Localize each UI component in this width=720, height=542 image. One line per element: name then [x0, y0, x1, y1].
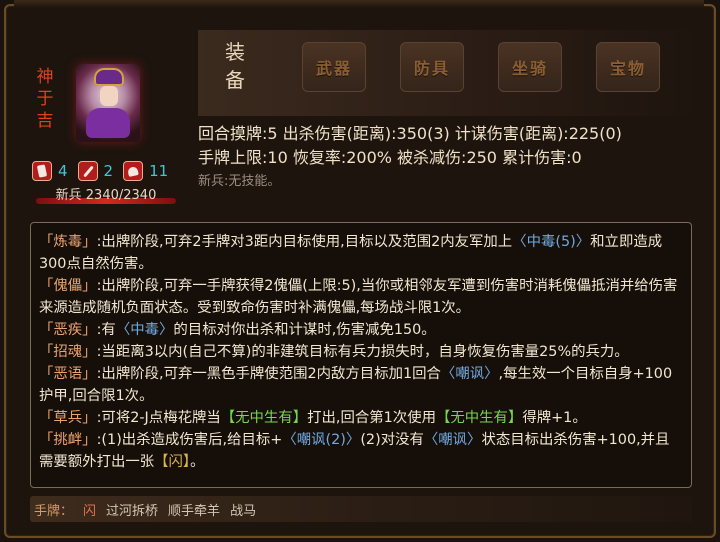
equipment-title: 装 备 — [220, 38, 250, 94]
combat-stats-line-1: 回合摸牌:5 出杀伤害(距离):350(3) 计谋伤害(距离):225(0) — [198, 124, 622, 143]
equipment-title-char: 装 — [225, 40, 245, 64]
sword-icon — [77, 161, 98, 181]
skill-entry: 「草兵」:可将2-J点梅花牌当【无中生有】打出,回合第1次使用【无中生有】得牌+… — [39, 407, 683, 429]
character-name-char: 神 — [36, 67, 54, 87]
skill-list: 「炼毒」:出牌阶段,可弃2手牌对3距内目标使用,目标以及范围2内友军加上〈中毒(… — [30, 222, 692, 488]
skill-entry: 「招魂」:当距离3以内(自己不算)的非建筑目标有兵力损失时，自身恢复伤害量25%… — [39, 341, 683, 363]
skill-text: :有 — [96, 322, 116, 338]
hand-cards-bar: 手牌： 闪 过河拆桥 顺手牵羊 战马 — [30, 496, 692, 522]
top-border-strip — [14, 0, 704, 8]
combat-stats-line-2: 手牌上限:10 恢复率:200% 被杀减伤:250 累计伤害:0 — [198, 148, 582, 167]
skill-entry: 「挑衅」:(1)出杀造成伤害后,给目标+〈嘲讽(2)〉(2)对没有〈嘲讽〉状态目… — [39, 429, 683, 473]
equipment-title-char: 备 — [225, 68, 245, 92]
skill-name[interactable]: 「炼毒」 — [39, 234, 97, 250]
skill-name[interactable]: 「傀儡」 — [39, 278, 97, 294]
character-name: 神 于 吉 — [30, 66, 60, 132]
skill-name[interactable]: 「恶疾」 — [39, 322, 97, 338]
skill-entry: 「恶疾」:有〈中毒〉的目标对你出杀和计谋时,伤害减免150。 — [39, 319, 683, 341]
hp-text: 新兵 2340/2340 — [55, 188, 157, 203]
soldier-skill-note: 新兵:无技能。 — [198, 174, 281, 189]
skill-text: :(1)出杀造成伤害后,给目标+ — [96, 432, 283, 448]
character-name-char: 吉 — [36, 111, 54, 131]
skill-keyword: 【闪】 — [154, 454, 191, 470]
card-icon — [32, 161, 52, 181]
skill-name[interactable]: 「恶语」 — [39, 366, 97, 382]
skill-keyword: 〈嘲讽〉 — [440, 366, 499, 382]
skill-name[interactable]: 「挑衅」 — [39, 432, 97, 448]
hand-card[interactable]: 闪 — [83, 500, 96, 519]
skill-keyword: 〈中毒〉 — [115, 322, 174, 338]
equip-slot-armor[interactable]: 防具 — [400, 42, 464, 92]
portrait-face — [100, 86, 118, 106]
stat-attack: 2 — [77, 161, 114, 181]
skill-name[interactable]: 「草兵」 — [39, 410, 97, 426]
skill-text: 的目标对你出杀和计谋时,伤害减免150。 — [173, 322, 436, 338]
skill-text: 。 — [190, 454, 205, 470]
skill-keyword: 〈嘲讽〉 — [423, 432, 482, 448]
character-portrait[interactable] — [76, 64, 140, 142]
skill-keyword: 〈中毒(5)〉 — [512, 234, 591, 250]
skill-entry: 「恶语」:出牌阶段,可弃一黑色手牌使范围2内敌方目标加1回合〈嘲讽〉,每生效一个… — [39, 363, 683, 407]
stat-cards-value: 4 — [58, 162, 68, 180]
stat-cards: 4 — [32, 161, 68, 181]
skill-text: :可将2-J点梅花牌当 — [96, 410, 221, 426]
portrait-hat — [94, 68, 124, 86]
skill-keyword: 〈嘲讽(2)〉 — [282, 432, 361, 448]
skill-text: (2)对没有 — [360, 432, 424, 448]
combat-stats: 回合摸牌:5 出杀伤害(距离):350(3) 计谋伤害(距离):225(0) 手… — [198, 122, 708, 192]
portrait-robe — [86, 108, 130, 138]
hand-card[interactable]: 顺手牵羊 — [168, 500, 220, 519]
skill-keyword: 【无中生有】 — [220, 410, 308, 426]
equip-slot-weapon[interactable]: 武器 — [302, 42, 366, 92]
skill-text: :当距离3以内(自己不算)的非建筑目标有兵力损失时，自身恢复伤害量25%的兵力。 — [96, 344, 629, 360]
equip-slot-treasure[interactable]: 宝物 — [596, 42, 660, 92]
skill-keyword: 【无中生有】 — [435, 410, 523, 426]
hand-label: 手牌： — [34, 503, 74, 519]
skill-text: 得牌+1。 — [522, 410, 587, 426]
character-name-char: 于 — [36, 89, 54, 109]
hp-bar: 新兵 2340/2340 — [36, 186, 176, 204]
equip-slot-mount[interactable]: 坐骑 — [498, 42, 562, 92]
skill-entry: 「傀儡」:出牌阶段,可弃一手牌获得2傀儡(上限:5),当你或相邻友军遭到伤害时消… — [39, 275, 683, 319]
heart-hand-icon — [123, 161, 144, 181]
hand-card[interactable]: 过河拆桥 — [106, 500, 158, 519]
stat-heal: 11 — [123, 161, 168, 181]
skill-text: :出牌阶段,可弃一手牌获得2傀儡(上限:5),当你或相邻友军遭到伤害时消耗傀儡抵… — [39, 278, 678, 316]
hand-card[interactable]: 战马 — [230, 500, 256, 519]
skill-name[interactable]: 「招魂」 — [39, 344, 97, 360]
stat-attack-value: 2 — [103, 162, 114, 180]
character-stats-row: 4 2 11 — [32, 160, 168, 182]
skill-entry: 「炼毒」:出牌阶段,可弃2手牌对3距内目标使用,目标以及范围2内友军加上〈中毒(… — [39, 231, 683, 275]
skill-text: 打出,回合第1次使用 — [307, 410, 436, 426]
stat-heal-value: 11 — [149, 162, 169, 180]
skill-text: :出牌阶段,可弃一黑色手牌使范围2内敌方目标加1回合 — [96, 366, 441, 382]
skill-text: :出牌阶段,可弃2手牌对3距内目标使用,目标以及范围2内友军加上 — [96, 234, 513, 250]
